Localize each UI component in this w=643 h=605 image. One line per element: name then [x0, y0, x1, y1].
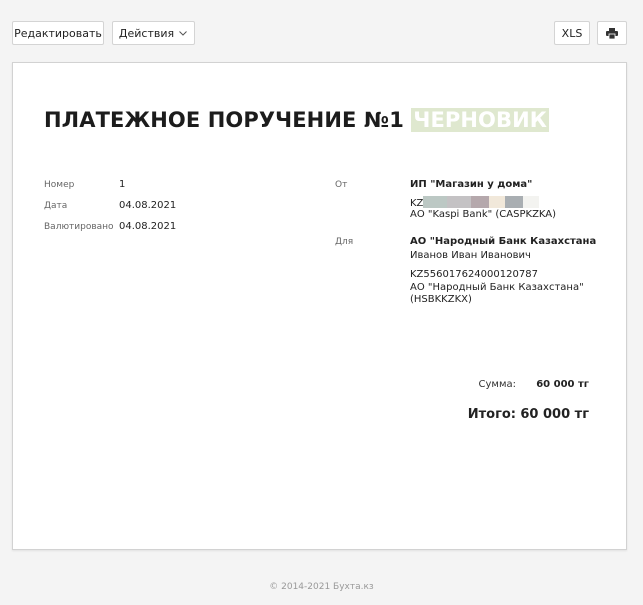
print-button[interactable] [597, 21, 627, 45]
document-title: ПЛАТЕЖНОЕ ПОРУЧЕНИЕ №1 [44, 108, 404, 132]
edit-button[interactable]: Редактировать [12, 21, 104, 45]
valued-value: 04.08.2021 [119, 221, 177, 232]
to-label: Для [335, 237, 354, 247]
sum-label: Сумма: [478, 379, 517, 390]
xls-export-button[interactable]: XLS [554, 21, 590, 45]
from-account: KZ [410, 196, 540, 209]
xls-button-label: XLS [561, 26, 583, 40]
sum-value: 60 000 тг [536, 379, 589, 390]
document-title-line: ПЛАТЕЖНОЕ ПОРУЧЕНИЕ №1 ЧЕРНОВИК [44, 108, 550, 132]
date-label: Дата [44, 201, 68, 211]
to-bank-line2: (HSBKKZKX) [410, 294, 472, 305]
valued-label: Валютировано [44, 222, 114, 232]
to-bank-line1: АО "Народный Банк Казахстана" [410, 282, 584, 293]
total-label: Итого: [467, 407, 516, 422]
total-value: 60 000 тг [520, 407, 589, 422]
footer-copyright: © 2014-2021 Бухта.кз [269, 582, 374, 592]
to-account: KZ556017624000120787 [410, 269, 538, 280]
from-label: От [335, 180, 348, 190]
actions-dropdown-button[interactable]: Действия [112, 21, 195, 45]
from-bank: АО "Kaspi Bank" (CASPKZKA) [410, 209, 557, 220]
date-value: 04.08.2021 [119, 200, 177, 211]
status-badge: ЧЕРНОВИК [411, 108, 550, 132]
number-value: 1 [119, 179, 126, 190]
redacted-account [423, 196, 540, 209]
chevron-down-icon [179, 31, 187, 36]
printer-icon [606, 27, 618, 39]
edit-button-label: Редактировать [14, 26, 102, 40]
to-person: Иванов Иван Иванович [410, 250, 531, 261]
actions-button-label: Действия [118, 26, 175, 40]
from-account-prefix: KZ [410, 198, 424, 209]
from-name: ИП "Магазин у дома" [410, 179, 533, 190]
document-sheet: ПЛАТЕЖНОЕ ПОРУЧЕНИЕ №1 ЧЕРНОВИК Номер 1 … [12, 62, 627, 550]
number-label: Номер [44, 180, 75, 190]
to-name: АО "Народный Банк Казахстана [410, 236, 597, 247]
